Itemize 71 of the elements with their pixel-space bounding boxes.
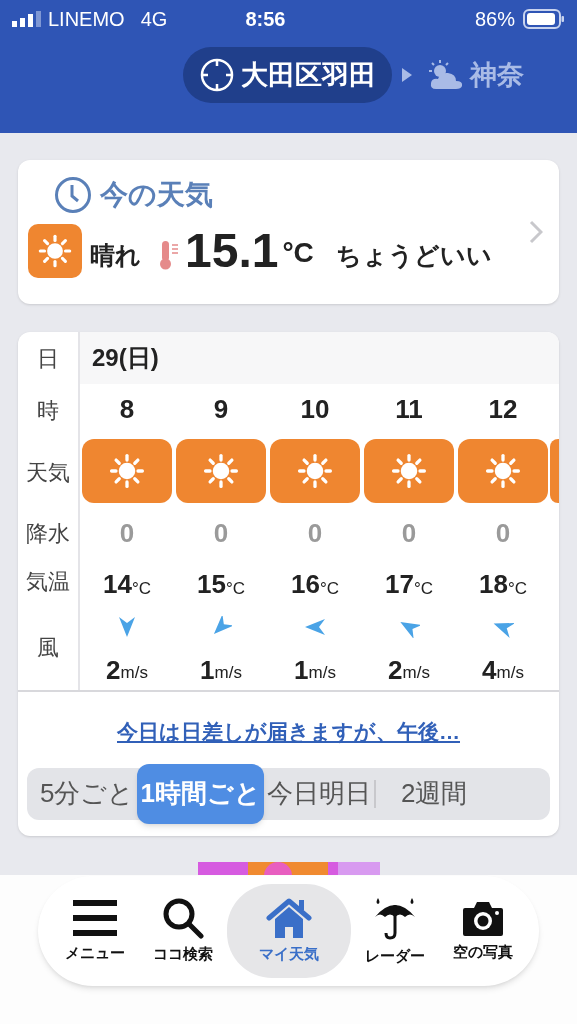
temperature-unit: °C	[319, 577, 339, 600]
weather-tile-edge	[550, 439, 559, 503]
range-tab[interactable]: 2週間	[397, 767, 471, 820]
carrier-name: LINEMO	[48, 7, 125, 32]
precipitation-value: 0	[401, 516, 417, 550]
temperature-value: 18	[479, 568, 508, 601]
wind-speed: 2	[106, 653, 121, 687]
status-time: 8:56	[245, 7, 286, 32]
hour-label: 10	[300, 392, 330, 426]
temperature-value: 15.1	[185, 224, 279, 278]
chevron-right-icon	[529, 220, 543, 244]
wind-unit: m/s	[308, 663, 336, 685]
precipitation-value: 0	[495, 516, 511, 550]
wind-unit: m/s	[402, 663, 430, 685]
location-tab[interactable]: 神奈	[422, 47, 528, 103]
wind-speed: 1	[200, 653, 215, 687]
hour-label: 12	[488, 392, 518, 426]
home-icon	[265, 896, 312, 939]
precipitation-value: 0	[119, 516, 135, 550]
range-tab[interactable]: 5分ごと	[37, 767, 138, 820]
triangle-icon	[402, 68, 412, 82]
weather-condition: 晴れ	[90, 239, 141, 271]
temperature-value: 14	[103, 568, 132, 601]
date-label: 29(日)	[92, 343, 159, 373]
current-weather-card[interactable]: 今の天気 晴れ 15.1°C ちょうどいい	[18, 160, 559, 304]
row-label: 風	[37, 633, 59, 662]
wind-unit: m/s	[120, 663, 148, 685]
thermometer-icon	[159, 240, 179, 270]
temperature-unit: °C	[282, 236, 314, 270]
temperature-unit: °C	[131, 578, 151, 600]
card-title: 今の天気	[100, 178, 213, 212]
nav-tab[interactable]: マイ天気	[226, 884, 351, 978]
temperature-unit: °C	[507, 577, 527, 600]
nav-tab[interactable]: メニュー	[50, 884, 139, 978]
precipitation-value: 0	[213, 516, 229, 550]
nav-tab[interactable]: レーダー	[350, 884, 439, 978]
nav-tab[interactable]: 空の写真	[438, 884, 527, 978]
nav-tab[interactable]: ココ検索	[138, 884, 227, 978]
precipitation-value: 0	[307, 516, 323, 550]
weather-comment: ちょうどいい	[335, 239, 492, 271]
temperature-value: 17	[385, 568, 414, 601]
location-tab[interactable]: 大田区羽田	[183, 47, 392, 103]
crosshair-icon	[199, 57, 235, 93]
sun-cloud-icon	[426, 59, 464, 91]
clock-icon	[54, 176, 92, 214]
temperature-unit: °C	[413, 577, 433, 600]
forecast-summary-link[interactable]: 今日は日差しが届きますが、午後…	[117, 716, 460, 748]
battery-icon	[523, 9, 565, 29]
wind-unit: m/s	[214, 663, 242, 685]
signal-icon	[12, 11, 42, 27]
hour-label: 8	[119, 392, 135, 426]
wind-unit: m/s	[496, 663, 524, 685]
row-label: 日	[37, 345, 59, 374]
search-icon	[161, 896, 204, 939]
hour-label: 11	[395, 392, 423, 426]
temperature-unit: °C	[225, 578, 245, 600]
network-type: 4G	[140, 7, 168, 32]
row-label: 気温	[26, 568, 70, 597]
row-label: 降水	[26, 520, 70, 549]
row-label: 時	[37, 397, 59, 426]
wind-speed: 2	[388, 653, 403, 687]
menu-icon	[72, 897, 117, 938]
hour-label: 9	[213, 392, 229, 426]
range-tab[interactable]: 今日明日	[263, 767, 374, 820]
range-tab[interactable]: 1時間ごと	[137, 763, 264, 824]
wind-speed: 4	[482, 653, 497, 687]
row-label: 天気	[26, 458, 70, 487]
temperature-value: 15	[197, 568, 226, 601]
wind-speed: 1	[294, 653, 309, 687]
battery-percent: 86%	[474, 7, 515, 32]
temperature-value: 16	[291, 568, 320, 601]
